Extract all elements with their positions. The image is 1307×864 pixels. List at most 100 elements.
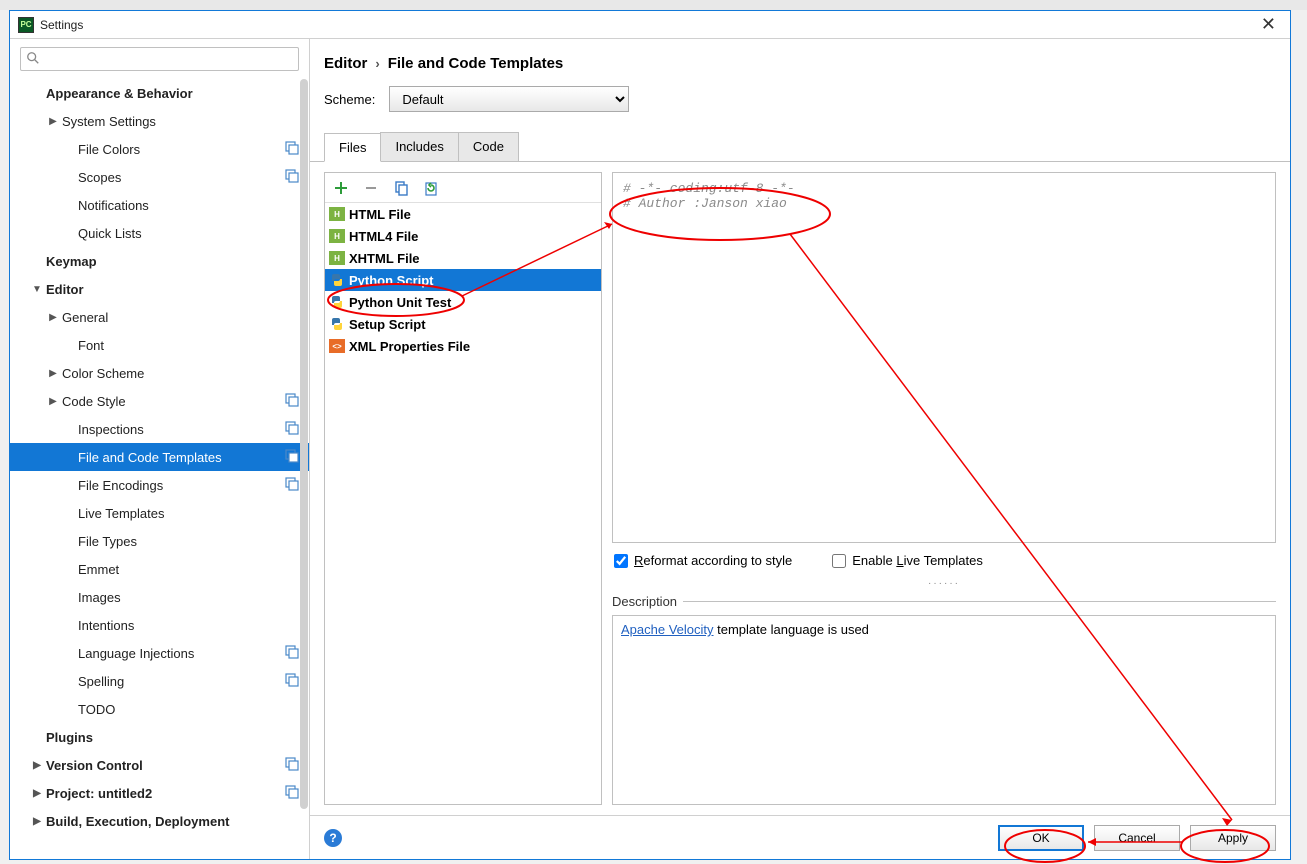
sidebar-item-build-execution-deployment[interactable]: ▶Build, Execution, Deployment <box>10 807 309 835</box>
template-editor-panel: # -*- coding:utf-8 -*- # Author :Janson … <box>612 172 1276 805</box>
chevron-icon: ▶ <box>46 312 60 323</box>
sidebar-item-color-scheme[interactable]: ▶Color Scheme <box>10 359 309 387</box>
search-input[interactable] <box>20 47 299 71</box>
sidebar-item-file-types[interactable]: File Types <box>10 527 309 555</box>
settings-dialog: PC Settings ✕ Appearance & Behavior ▶Syst… <box>9 10 1291 860</box>
help-button[interactable]: ? <box>324 829 342 847</box>
sidebar-item-label: Project: untitled2 <box>46 786 152 801</box>
sidebar-item-images[interactable]: Images <box>10 583 309 611</box>
sidebar-item-spelling[interactable]: Spelling <box>10 667 309 695</box>
sidebar-item-todo[interactable]: TODO <box>10 695 309 723</box>
sidebar-item-font[interactable]: Font <box>10 331 309 359</box>
sidebar-item-label: Keymap <box>46 254 97 269</box>
sidebar-item-label: Build, Execution, Deployment <box>46 814 229 829</box>
sidebar-item-file-colors[interactable]: File Colors <box>10 135 309 163</box>
sidebar-item-plugins[interactable]: Plugins <box>10 723 309 751</box>
description-label: Description <box>612 594 1276 609</box>
project-badge-icon <box>285 757 299 774</box>
project-badge-icon <box>285 673 299 690</box>
remove-button[interactable] <box>361 178 381 198</box>
reformat-checkbox[interactable]: Reformat according to style <box>614 553 792 568</box>
splitter-handle[interactable]: ······ <box>612 578 1276 586</box>
sidebar-item-editor[interactable]: ▼Editor <box>10 275 309 303</box>
sidebar-item-label: Appearance & Behavior <box>46 86 193 101</box>
add-button[interactable] <box>331 178 351 198</box>
sidebar-item-live-templates[interactable]: Live Templates <box>10 499 309 527</box>
sidebar-item-label: Spelling <box>78 674 124 689</box>
ok-button[interactable]: OK <box>998 825 1084 851</box>
sidebar-item-label: Scopes <box>78 170 121 185</box>
template-item-label: XHTML File <box>349 251 420 266</box>
file-type-icon <box>329 272 345 288</box>
sidebar-item-label: Quick Lists <box>78 226 142 241</box>
template-html-file[interactable]: HHTML File <box>325 203 601 225</box>
reset-button[interactable] <box>421 178 441 198</box>
project-badge-icon <box>285 477 299 494</box>
sidebar-item-label: Notifications <box>78 198 149 213</box>
enable-live-checkbox-input[interactable] <box>832 554 846 568</box>
template-xhtml-file[interactable]: HXHTML File <box>325 247 601 269</box>
close-icon[interactable]: ✕ <box>1255 14 1282 35</box>
header: Editor › File and Code Templates Scheme:… <box>310 39 1290 122</box>
reformat-checkbox-input[interactable] <box>614 554 628 568</box>
sidebar-item-label: Emmet <box>78 562 119 577</box>
template-code-editor[interactable]: # -*- coding:utf-8 -*- # Author :Janson … <box>612 172 1276 543</box>
template-python-script[interactable]: Python Script <box>325 269 601 291</box>
scheme-select[interactable]: Default <box>389 86 629 112</box>
sidebar-item-scopes[interactable]: Scopes <box>10 163 309 191</box>
copy-button[interactable] <box>391 178 411 198</box>
sidebar-item-label: File Colors <box>78 142 140 157</box>
template-item-label: HTML File <box>349 207 411 222</box>
sidebar-scrollbar[interactable] <box>300 79 308 809</box>
sidebar-item-intentions[interactable]: Intentions <box>10 611 309 639</box>
sidebar-item-label: Color Scheme <box>62 366 144 381</box>
sidebar: Appearance & Behavior ▶System Settings Fil… <box>10 39 310 859</box>
sidebar-item-language-injections[interactable]: Language Injections <box>10 639 309 667</box>
breadcrumb-parent[interactable]: Editor <box>324 55 367 72</box>
apache-velocity-link[interactable]: Apache Velocity <box>621 622 714 637</box>
sidebar-item-file-and-code-templates[interactable]: File and Code Templates <box>10 443 309 471</box>
pycharm-icon: PC <box>18 17 34 33</box>
sidebar-item-quick-lists[interactable]: Quick Lists <box>10 219 309 247</box>
template-html4-file[interactable]: HHTML4 File <box>325 225 601 247</box>
template-item-label: Python Script <box>349 273 434 288</box>
tab-includes[interactable]: Includes <box>380 132 458 161</box>
sidebar-item-label: Version Control <box>46 758 143 773</box>
sidebar-item-label: Inspections <box>78 422 144 437</box>
sidebar-item-label: File Types <box>78 534 137 549</box>
enable-live-checkbox[interactable]: Enable Live Templates <box>832 553 983 568</box>
sidebar-item-label: Language Injections <box>78 646 194 661</box>
tab-files[interactable]: Files <box>324 133 381 162</box>
window-title: Settings <box>40 18 1255 32</box>
template-file-list[interactable]: HHTML FileHHTML4 FileHXHTML File Python S… <box>325 203 601 804</box>
tab-code[interactable]: Code <box>458 132 519 161</box>
sidebar-item-version-control[interactable]: ▶Version Control <box>10 751 309 779</box>
file-type-icon <box>329 316 345 332</box>
sidebar-item-appearance-behavior[interactable]: Appearance & Behavior <box>10 79 309 107</box>
sidebar-item-inspections[interactable]: Inspections <box>10 415 309 443</box>
sidebar-item-notifications[interactable]: Notifications <box>10 191 309 219</box>
template-setup-script[interactable]: Setup Script <box>325 313 601 335</box>
sidebar-item-keymap[interactable]: Keymap <box>10 247 309 275</box>
template-xml-properties-file[interactable]: <>XML Properties File <box>325 335 601 357</box>
scheme-row: Scheme: Default <box>324 86 1276 112</box>
apply-button[interactable]: Apply <box>1190 825 1276 851</box>
project-badge-icon <box>285 449 299 466</box>
sidebar-item-label: Live Templates <box>78 506 164 521</box>
template-toolbar <box>325 173 601 203</box>
sidebar-item-emmet[interactable]: Emmet <box>10 555 309 583</box>
sidebar-item-file-encodings[interactable]: File Encodings <box>10 471 309 499</box>
settings-tree[interactable]: Appearance & Behavior ▶System Settings Fil… <box>10 79 309 859</box>
dialog-body: Appearance & Behavior ▶System Settings Fil… <box>10 39 1290 859</box>
sidebar-item-label: File and Code Templates <box>78 450 222 465</box>
sidebar-item-general[interactable]: ▶General <box>10 303 309 331</box>
template-python-unit-test[interactable]: Python Unit Test <box>325 291 601 313</box>
sidebar-item-code-style[interactable]: ▶Code Style <box>10 387 309 415</box>
file-type-icon <box>329 294 345 310</box>
sidebar-item-project-untitled2[interactable]: ▶Project: untitled2 <box>10 779 309 807</box>
sidebar-item-system-settings[interactable]: ▶System Settings <box>10 107 309 135</box>
cancel-button[interactable]: Cancel <box>1094 825 1180 851</box>
sidebar-item-label: Font <box>78 338 104 353</box>
chevron-icon: ▶ <box>30 816 44 827</box>
chevron-icon: ▶ <box>30 788 44 799</box>
